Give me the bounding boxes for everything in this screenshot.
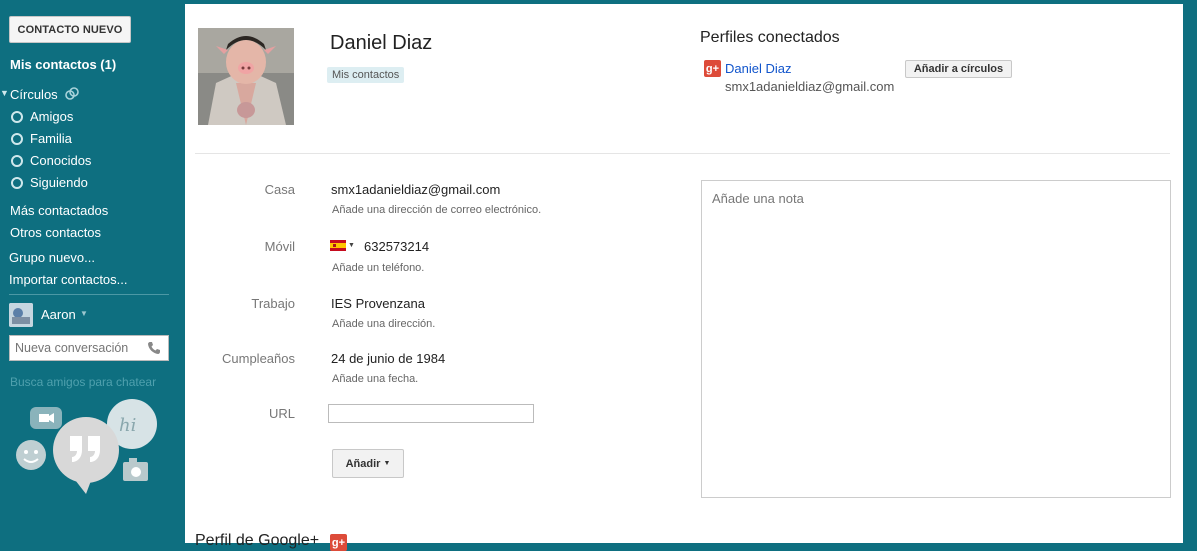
add-date-hint[interactable]: Añade una fecha. bbox=[332, 373, 418, 385]
my-contacts-link[interactable]: Mis contactos (1) bbox=[10, 57, 116, 72]
sidebar: CONTACTO NUEVO Mis contactos (1) ▼ Círcu… bbox=[0, 0, 185, 543]
right-border bbox=[1183, 0, 1197, 543]
add-phone-hint[interactable]: Añade un teléfono. bbox=[332, 262, 424, 274]
circle-item-siguiendo[interactable]: Siguiendo bbox=[30, 175, 88, 190]
add-field-button[interactable]: Añadir ▼ bbox=[332, 449, 404, 478]
expand-circles-icon[interactable]: ▼ bbox=[0, 88, 9, 98]
connected-profile-email: smx1adanieldiaz@gmail.com bbox=[725, 79, 895, 94]
home-label: Casa bbox=[264, 182, 295, 197]
circle-item-amigos[interactable]: Amigos bbox=[30, 109, 73, 124]
mobile-label: Móvil bbox=[264, 239, 295, 254]
circle-item-familia[interactable]: Familia bbox=[30, 131, 72, 146]
connected-profile-link[interactable]: Daniel Diaz bbox=[725, 61, 791, 76]
connected-profiles-title: Perfiles conectados bbox=[700, 29, 840, 46]
work-value[interactable]: IES Provenzana bbox=[331, 296, 425, 311]
note-placeholder: Añade una nota bbox=[712, 191, 804, 206]
circles-link-icon[interactable] bbox=[64, 86, 80, 102]
add-address-hint[interactable]: Añade una dirección. bbox=[332, 318, 435, 330]
new-group-link[interactable]: Grupo nuevo... bbox=[9, 250, 95, 265]
circle-icon bbox=[11, 133, 23, 145]
phone-icon[interactable] bbox=[147, 341, 161, 355]
work-label: Trabajo bbox=[251, 296, 295, 311]
circle-icon bbox=[11, 155, 23, 167]
chevron-down-icon[interactable]: ▼ bbox=[80, 309, 88, 318]
birthday-label: Cumpleaños bbox=[222, 351, 295, 366]
url-label: URL bbox=[268, 406, 295, 421]
add-to-circles-button[interactable]: Añadir a círculos bbox=[905, 60, 1012, 78]
user-avatar[interactable] bbox=[9, 303, 33, 327]
hangouts-illustration-icon: hi bbox=[16, 399, 157, 494]
find-friends-text: Busca amigos para chatear bbox=[10, 375, 157, 389]
birthday-value[interactable]: 24 de junio de 1984 bbox=[331, 351, 445, 366]
most-contacted-link[interactable]: Más contactados bbox=[10, 203, 108, 218]
note-textarea[interactable]: Añade una nota bbox=[701, 180, 1171, 498]
circle-item-conocidos[interactable]: Conocidos bbox=[30, 153, 91, 168]
contact-photo[interactable] bbox=[198, 28, 294, 125]
divider bbox=[195, 153, 1170, 154]
new-contact-button[interactable]: CONTACTO NUEVO bbox=[9, 16, 131, 43]
chevron-down-icon[interactable]: ▼ bbox=[348, 242, 355, 249]
google-profile-title: Perfil de Google+ bbox=[195, 532, 320, 549]
circle-icon bbox=[11, 177, 23, 189]
other-contacts-link[interactable]: Otros contactos bbox=[10, 225, 101, 240]
contact-name[interactable]: Daniel Diaz bbox=[330, 32, 432, 55]
group-tag[interactable]: Mis contactos bbox=[327, 67, 405, 83]
mobile-value[interactable]: 632573214 bbox=[364, 239, 429, 254]
chevron-down-icon: ▼ bbox=[383, 460, 391, 467]
new-conversation-input[interactable] bbox=[9, 335, 169, 361]
add-field-label: Añadir bbox=[345, 457, 381, 470]
circle-icon bbox=[11, 111, 23, 123]
user-name[interactable]: Aaron bbox=[41, 307, 76, 322]
import-contacts-link[interactable]: Importar contactos... bbox=[9, 272, 128, 287]
contact-detail-panel: Daniel Diaz Mis contactos Perfiles conec… bbox=[185, 4, 1183, 551]
home-email-value[interactable]: smx1adanieldiaz@gmail.com bbox=[331, 182, 500, 197]
circles-link[interactable]: Círculos bbox=[10, 87, 58, 102]
add-email-hint[interactable]: Añade una dirección de correo electrónic… bbox=[332, 204, 541, 216]
google-plus-icon: g+ bbox=[704, 60, 721, 77]
divider bbox=[9, 294, 169, 295]
spain-flag-icon[interactable] bbox=[330, 240, 346, 251]
svg-text:hi: hi bbox=[119, 415, 136, 436]
url-input[interactable] bbox=[328, 404, 534, 423]
